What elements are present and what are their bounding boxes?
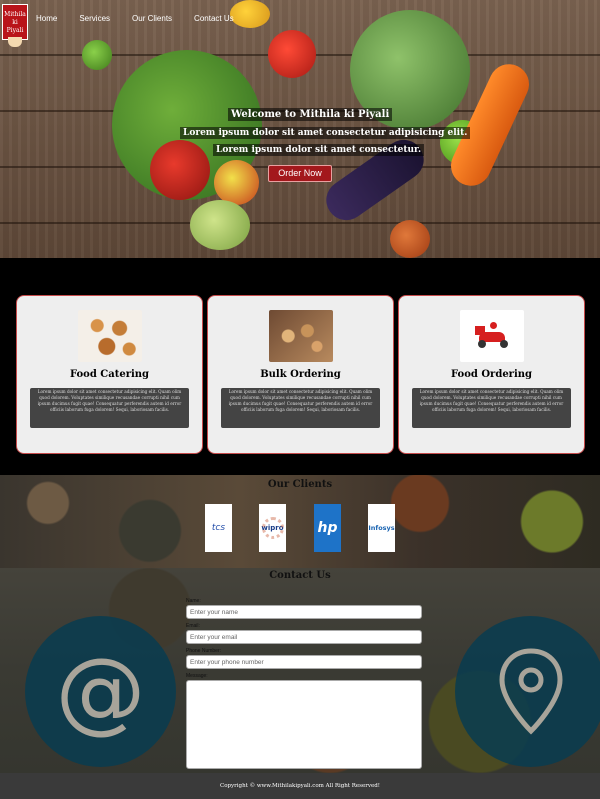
nav-our-clients[interactable]: Our Clients xyxy=(132,14,172,23)
client-logo-tcs: tcs xyxy=(205,504,232,552)
name-label: Name: xyxy=(186,598,201,604)
main-nav: Home Services Our Clients Contact Us xyxy=(36,14,256,23)
service-card-bulk: Bulk Ordering Lorem ipsum dolor sit amet… xyxy=(207,295,394,454)
contact-section: Contact Us @ Name: Email: Phone Number: … xyxy=(0,568,600,773)
scooter-icon xyxy=(473,322,511,350)
client-logo-wipro: wipro xyxy=(259,504,286,552)
clients-section: Our Clients tcs wipro hp Infosys xyxy=(0,475,600,568)
phone-input[interactable] xyxy=(186,655,422,669)
service-title: Bulk Ordering xyxy=(260,369,341,380)
message-label: Message: xyxy=(186,673,208,679)
logo-text: Mithila ki Piyali xyxy=(4,11,26,34)
client-logo-infosys: Infosys xyxy=(368,504,395,552)
delivery-scooter-image xyxy=(460,310,524,362)
service-title: Food Catering xyxy=(69,369,150,380)
service-title: Food Ordering xyxy=(450,369,533,380)
footer: Copyright © www.Mithilakipyali.com All R… xyxy=(0,773,600,799)
nav-home[interactable]: Home xyxy=(36,14,57,23)
catering-image xyxy=(78,310,142,362)
client-logo-hp: hp xyxy=(314,504,341,552)
message-textarea[interactable] xyxy=(186,680,422,769)
email-input[interactable] xyxy=(186,630,422,644)
hero-subtitle-2: Lorem ipsum dolor sit amet consectetur. xyxy=(213,144,425,156)
bulk-image xyxy=(269,310,333,362)
tomato-decoration xyxy=(268,30,316,78)
name-input[interactable] xyxy=(186,605,422,619)
phone-label: Phone Number: xyxy=(186,648,222,654)
services-section: Food Catering Lorem ipsum dolor sit amet… xyxy=(0,258,600,475)
onion-decoration xyxy=(390,220,430,258)
lime-decoration xyxy=(82,40,112,70)
service-description: Lorem ipsum dolor sit amet consectetur a… xyxy=(30,388,189,428)
nav-contact-us[interactable]: Contact Us xyxy=(194,14,234,23)
service-card-catering: Food Catering Lorem ipsum dolor sit amet… xyxy=(16,295,203,454)
pepper-decoration xyxy=(150,140,210,200)
cauliflower-decoration xyxy=(190,200,250,250)
email-label: Email: xyxy=(186,623,200,629)
order-now-button[interactable]: Order Now xyxy=(268,165,332,182)
hero-section: Mithila ki Piyali Home Services Our Clie… xyxy=(0,0,600,258)
map-pin-icon xyxy=(455,616,600,767)
clients-title: Our Clients xyxy=(267,479,333,490)
contact-title: Contact Us xyxy=(269,570,331,581)
service-description: Lorem ipsum dolor sit amet consectetur a… xyxy=(412,388,571,428)
cup-icon xyxy=(8,37,22,47)
service-card-ordering: Food Ordering Lorem ipsum dolor sit amet… xyxy=(398,295,585,454)
copyright-text: Copyright © www.Mithilakipyali.com All R… xyxy=(220,783,380,789)
apple-yellow-decoration xyxy=(214,160,259,205)
hero-title: Welcome to Mithila ki Piyali xyxy=(228,108,393,121)
at-icon: @ xyxy=(25,616,176,767)
brand-logo[interactable]: Mithila ki Piyali xyxy=(2,4,28,47)
service-description: Lorem ipsum dolor sit amet consectetur a… xyxy=(221,388,380,428)
hero-subtitle-1: Lorem ipsum dolor sit amet consectetur a… xyxy=(180,127,471,139)
nav-services[interactable]: Services xyxy=(79,14,110,23)
